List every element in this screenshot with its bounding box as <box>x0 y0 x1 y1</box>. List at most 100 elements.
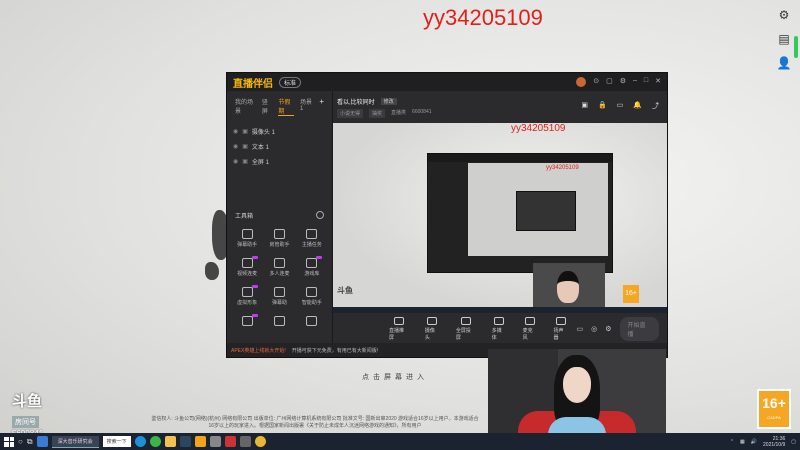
lock-icon[interactable]: ▣ <box>242 128 248 135</box>
room-category: 直播类 <box>391 110 407 116</box>
bell-icon[interactable]: 🔔 <box>633 101 642 111</box>
tool-icon <box>306 287 318 297</box>
camera-button[interactable]: 摄像头 <box>425 317 440 341</box>
network-icon[interactable]: ▦ <box>740 439 745 445</box>
tool-item[interactable]: 多人连麦 <box>263 258 295 277</box>
tool-item[interactable]: 弹幕助 <box>263 287 295 306</box>
lock-icon[interactable]: ▣ <box>242 143 248 150</box>
app-icon[interactable] <box>209 436 221 447</box>
streaming-app-icon[interactable] <box>194 436 206 447</box>
app-logo: 直播伴侣 <box>233 78 273 90</box>
tab-active[interactable]: 节假期 <box>278 97 294 116</box>
active-task[interactable]: 深大音乐研究会 <box>51 435 99 448</box>
app-icon[interactable] <box>254 436 266 447</box>
eye-icon[interactable]: ◉ <box>233 158 238 165</box>
share-icon[interactable]: ⊙ <box>593 77 599 87</box>
mode-pill[interactable]: 标准 <box>279 76 302 88</box>
tool-item[interactable] <box>231 314 263 328</box>
source-item[interactable]: ◉ ▣ 全屏 1 <box>233 154 326 169</box>
tool-item[interactable]: 虚拟形象 <box>231 285 263 306</box>
notification-icon[interactable]: ▢ <box>791 439 796 445</box>
tool-item[interactable]: 主播任务 <box>296 229 328 248</box>
edit-room-button[interactable]: 修改 <box>380 98 397 105</box>
overlay-id-text: yy34205109 <box>423 5 543 30</box>
minimize-icon[interactable]: – <box>633 77 637 87</box>
monitor-icon <box>393 317 404 325</box>
windows-start-icon[interactable] <box>4 436 14 447</box>
avatar[interactable] <box>576 77 587 87</box>
tool-item[interactable]: 视频连麦 <box>231 256 263 277</box>
eye-icon[interactable]: ◉ <box>233 128 238 135</box>
room-chip[interactable]: 小说无得 <box>337 109 364 118</box>
edge-icon[interactable] <box>134 436 146 447</box>
speaker-icon <box>556 317 566 325</box>
tap-hint[interactable]: 点击屏幕进入 <box>362 372 428 382</box>
record-icon[interactable]: ◎ <box>591 325 597 333</box>
stream-preview[interactable]: yy34205109 yy34205109 斗鱼 16+ <box>333 123 667 313</box>
tool-item[interactable] <box>296 316 328 328</box>
ink-decoration <box>205 262 219 280</box>
maximize-icon[interactable]: □ <box>644 77 648 87</box>
start-live-button[interactable]: 开始直播 <box>619 317 659 341</box>
fullscreen-button[interactable]: 全屏投屏 <box>456 317 476 341</box>
tool-item[interactable] <box>263 316 295 328</box>
share-icon[interactable]: ⤴ <box>652 101 659 111</box>
search-icon[interactable]: ○ <box>18 437 23 446</box>
tool-item[interactable]: 游戏库 <box>296 256 328 277</box>
chevron-up-icon[interactable]: ⌃ <box>730 439 734 445</box>
add-scene-icon[interactable]: + <box>319 97 324 116</box>
layout-icon[interactable]: ▭ <box>617 101 624 111</box>
eye-icon[interactable]: ◉ <box>233 143 238 150</box>
status-warning[interactable]: APEX英雄上线就大开始! <box>231 347 286 354</box>
gift-icon[interactable]: ▢ <box>606 77 613 87</box>
settings-icon[interactable]: ⚙ <box>620 77 626 87</box>
source-item[interactable]: ◉ ▣ 摄像头 1 <box>233 124 326 139</box>
right-toolbar: ⚙ ▤ 👤 <box>774 8 794 70</box>
folder-icon[interactable] <box>164 436 176 447</box>
lock-icon[interactable]: 🔒 <box>598 101 607 111</box>
microphone-icon <box>525 317 536 325</box>
close-icon[interactable]: ✕ <box>655 77 661 87</box>
app-icon[interactable] <box>36 436 48 447</box>
tool-item[interactable]: 弹幕助手 <box>231 229 263 248</box>
source-item[interactable]: ◉ ▣ 文本 1 <box>233 139 326 154</box>
tab-vertical[interactable]: 竖屏 <box>262 97 272 116</box>
lock-icon[interactable]: ▣ <box>242 158 248 165</box>
clock[interactable]: 21:36 2021/10/9 <box>763 436 785 448</box>
tool-icon <box>241 256 258 268</box>
source-list: ◉ ▣ 摄像头 1 ◉ ▣ 文本 1 ◉ ▣ 全屏 1 <box>227 122 332 171</box>
settings-icon[interactable]: ⚙ <box>605 325 611 333</box>
system-tray: ⌃ ▦ 🔊 21:36 2021/10/9 ▢ <box>730 436 796 448</box>
collapse-icon[interactable] <box>316 211 324 219</box>
gear-icon[interactable]: ⚙ <box>779 8 790 22</box>
nested-window <box>516 191 576 231</box>
chrome-icon[interactable] <box>149 436 161 447</box>
nested-preview: yy34205109 <box>468 163 608 256</box>
nested-douyu-logo: 斗鱼 <box>337 286 353 295</box>
camera-icon <box>427 317 438 325</box>
room-chip[interactable]: 抽奖 <box>369 109 386 118</box>
tab-scene1[interactable]: 场景1 <box>300 97 313 116</box>
speaker-button[interactable]: 扬声器 <box>554 317 569 341</box>
app-icon[interactable] <box>224 436 236 447</box>
screen-icon[interactable]: ▤ <box>778 32 789 46</box>
taskbar: ○ ⧉ 深大音乐研究会 搜索一下 ⌃ ▦ 🔊 21:36 2021/10/9 ▢ <box>0 433 800 450</box>
volume-icon[interactable]: 🔊 <box>751 439 757 445</box>
taskbar-search[interactable]: 搜索一下 <box>102 436 131 447</box>
app-icon[interactable] <box>239 436 251 447</box>
task-view-icon[interactable]: ⧉ <box>27 437 33 447</box>
user-icon[interactable]: 👤 <box>777 56 792 70</box>
screen-capture-button[interactable]: 直播推屏 <box>389 317 409 341</box>
tool-icon <box>273 258 285 268</box>
volume-indicator <box>794 36 798 58</box>
steam-icon[interactable] <box>179 436 191 447</box>
tool-item[interactable]: 房管助手 <box>263 229 295 248</box>
room-info-bar: 看以,比较同时 修改 小说无得 抽奖 直播类 6600841 ▣ 🔒 ▭ 🔔 ⤴ <box>333 91 667 123</box>
microphone-button[interactable]: 麦克风 <box>523 317 538 341</box>
video-icon[interactable]: ▭ <box>576 325 583 333</box>
media-button[interactable]: 多媒体 <box>492 317 507 341</box>
record-icon[interactable]: ▣ <box>581 101 588 111</box>
tab-my-scene[interactable]: 我的场景 <box>235 97 256 116</box>
room-number: 6600841 <box>412 109 432 115</box>
tool-item[interactable]: 智能助手 <box>296 287 328 306</box>
